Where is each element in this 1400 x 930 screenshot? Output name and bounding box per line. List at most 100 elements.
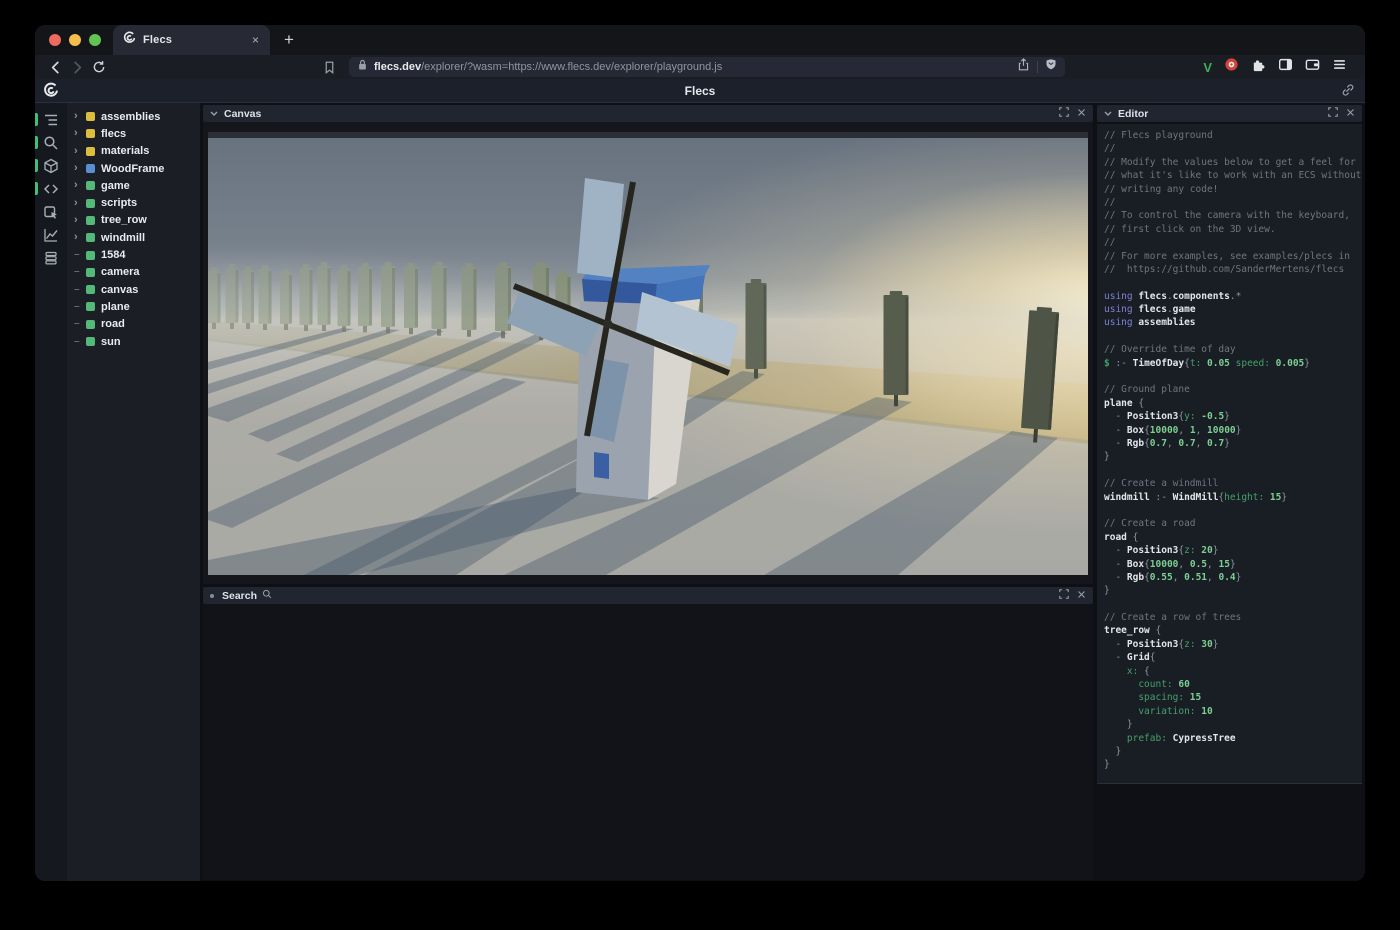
rail-item-tables-icon[interactable] — [35, 250, 67, 266]
cube-icon — [43, 158, 59, 174]
refresh-button[interactable] — [89, 57, 109, 77]
expander-chevron-icon[interactable]: › — [74, 232, 85, 243]
forward-button[interactable] — [67, 57, 87, 77]
expander-chevron-icon[interactable]: › — [74, 198, 85, 209]
code-line: // Create a windmill — [1104, 477, 1360, 490]
tree-item[interactable]: –plane — [67, 298, 200, 315]
fullscreen-icon[interactable] — [1059, 107, 1069, 120]
expander-chevron-icon[interactable]: › — [74, 128, 85, 139]
collapsed-dot-icon[interactable] — [210, 594, 214, 598]
rail-item-hierarchy-icon[interactable] — [35, 112, 67, 128]
fullscreen-icon[interactable] — [1059, 589, 1069, 602]
tree-item[interactable]: –road — [67, 316, 200, 333]
expander-chevron-icon[interactable]: › — [74, 146, 85, 157]
extensions-puzzle-icon[interactable] — [1251, 57, 1266, 77]
share-icon[interactable] — [1017, 58, 1030, 76]
address-bar[interactable]: flecs.dev/explorer/?wasm=https://www.fle… — [349, 57, 1065, 77]
expander-chevron-icon[interactable]: › — [74, 215, 85, 226]
rail-item-stats-chart-icon[interactable] — [35, 227, 67, 243]
canvas-panel-title: Canvas — [224, 108, 261, 120]
sidebar-toggle-icon[interactable] — [1278, 57, 1293, 77]
tree-item[interactable]: ›assemblies — [67, 108, 200, 125]
new-tab-button[interactable]: + — [284, 31, 294, 48]
code-line: - Box{10000, 1, 10000} — [1104, 424, 1360, 437]
tree-item[interactable]: – sun — [67, 333, 200, 350]
tree-item[interactable]: –camera — [67, 264, 200, 281]
wallet-icon[interactable] — [1305, 57, 1320, 77]
expander-chevron-icon[interactable]: › — [74, 111, 85, 122]
page-title: Flecs — [35, 84, 1365, 98]
rail-item-code-icon[interactable] — [35, 181, 67, 197]
menu-icon[interactable] — [1332, 57, 1347, 77]
tree-item[interactable]: ›flecs — [67, 125, 200, 142]
close-icon[interactable] — [1077, 590, 1086, 602]
brave-shield-icon[interactable] — [1045, 58, 1057, 76]
tree-item-label: sun — [101, 336, 121, 348]
tab-strip: Flecs × + — [35, 25, 1365, 55]
cypress-tree — [404, 263, 418, 334]
close-window-button[interactable] — [49, 34, 61, 46]
code-line: // For more examples, see examples/plecs… — [1104, 250, 1360, 263]
code-line: // Override time of day — [1104, 343, 1360, 356]
tree-item-label: tree_row — [101, 214, 147, 226]
chevron-down-icon[interactable] — [1104, 108, 1112, 120]
3d-scene-canvas[interactable] — [208, 132, 1088, 575]
expander-chevron-icon[interactable]: › — [74, 163, 85, 174]
tree-item[interactable]: ›scripts — [67, 194, 200, 211]
tree-item[interactable]: ›WoodFrame — [67, 160, 200, 177]
entity-tree: ›assemblies›flecs›materials›WoodFrame›ga… — [67, 103, 200, 881]
code-line: } — [1104, 718, 1360, 731]
url-text: flecs.dev/explorer/?wasm=https://www.fle… — [374, 61, 722, 73]
leaf-dash-icon: – — [74, 337, 85, 347]
code-icon — [43, 181, 59, 197]
url-path: /explorer/?wasm=https://www.flecs.dev/ex… — [421, 61, 722, 73]
minimize-window-button[interactable] — [69, 34, 81, 46]
close-icon[interactable] — [1077, 108, 1086, 120]
expander-chevron-icon[interactable]: › — [74, 180, 85, 191]
code-line: using assemblies — [1104, 316, 1360, 329]
cypress-tree — [381, 262, 395, 333]
fullscreen-icon[interactable] — [1328, 107, 1338, 120]
code-line: - Position3{z: 30} — [1104, 638, 1360, 651]
cypress-tree — [746, 279, 767, 378]
vimium-extension-icon[interactable]: V — [1203, 60, 1212, 75]
rail-item-search-icon[interactable] — [35, 135, 67, 151]
entity-kind-icon — [86, 233, 95, 242]
tree-item[interactable]: ›materials — [67, 143, 200, 160]
divider — [1037, 61, 1038, 73]
code-line: // writing any code! — [1104, 183, 1360, 196]
search-panel-title: Search — [222, 590, 257, 602]
flecs-explorer-app: Flecs ›assemblies›flecs›materials›WoodFr… — [35, 79, 1365, 881]
tree-item-label: plane — [101, 301, 130, 313]
red-extension-icon[interactable] — [1224, 57, 1239, 77]
code-line: - Rgb{0.7, 0.7, 0.7} — [1104, 437, 1360, 450]
back-button[interactable] — [45, 57, 65, 77]
rail-item-inspector-icon[interactable] — [35, 204, 67, 220]
code-line: } — [1104, 450, 1360, 463]
code-line: // Modify the values below to get a feel… — [1104, 156, 1360, 169]
code-line — [1104, 598, 1360, 611]
link-icon[interactable] — [1341, 83, 1355, 102]
canvas-panel-header: Canvas — [203, 105, 1093, 122]
tab-title: Flecs — [143, 34, 242, 46]
bookmark-icon[interactable] — [319, 57, 339, 77]
browser-toolbar: flecs.dev/explorer/?wasm=https://www.fle… — [35, 55, 1365, 79]
editor-code[interactable]: // Flecs playground//// Modify the value… — [1097, 124, 1362, 784]
code-line: - Position3{z: 20} — [1104, 544, 1360, 557]
close-icon[interactable] — [1346, 108, 1355, 120]
entity-kind-icon — [86, 251, 95, 260]
rail-item-cube-icon[interactable] — [35, 158, 67, 174]
browser-tab[interactable]: Flecs × — [113, 25, 270, 55]
tree-item-label: canvas — [101, 284, 138, 296]
tree-item[interactable]: ›game — [67, 177, 200, 194]
tab-close-button[interactable]: × — [249, 33, 262, 47]
chevron-down-icon[interactable] — [210, 108, 218, 120]
zoom-window-button[interactable] — [89, 34, 101, 46]
tree-item[interactable]: ›windmill — [67, 229, 200, 246]
tree-item[interactable]: –canvas — [67, 281, 200, 298]
code-line: variation: 10 — [1104, 705, 1360, 718]
search-icon — [262, 589, 272, 602]
tree-item-label: 1584 — [101, 249, 125, 261]
tree-item[interactable]: › tree_row — [67, 212, 200, 229]
tree-item[interactable]: –1584 — [67, 246, 200, 263]
